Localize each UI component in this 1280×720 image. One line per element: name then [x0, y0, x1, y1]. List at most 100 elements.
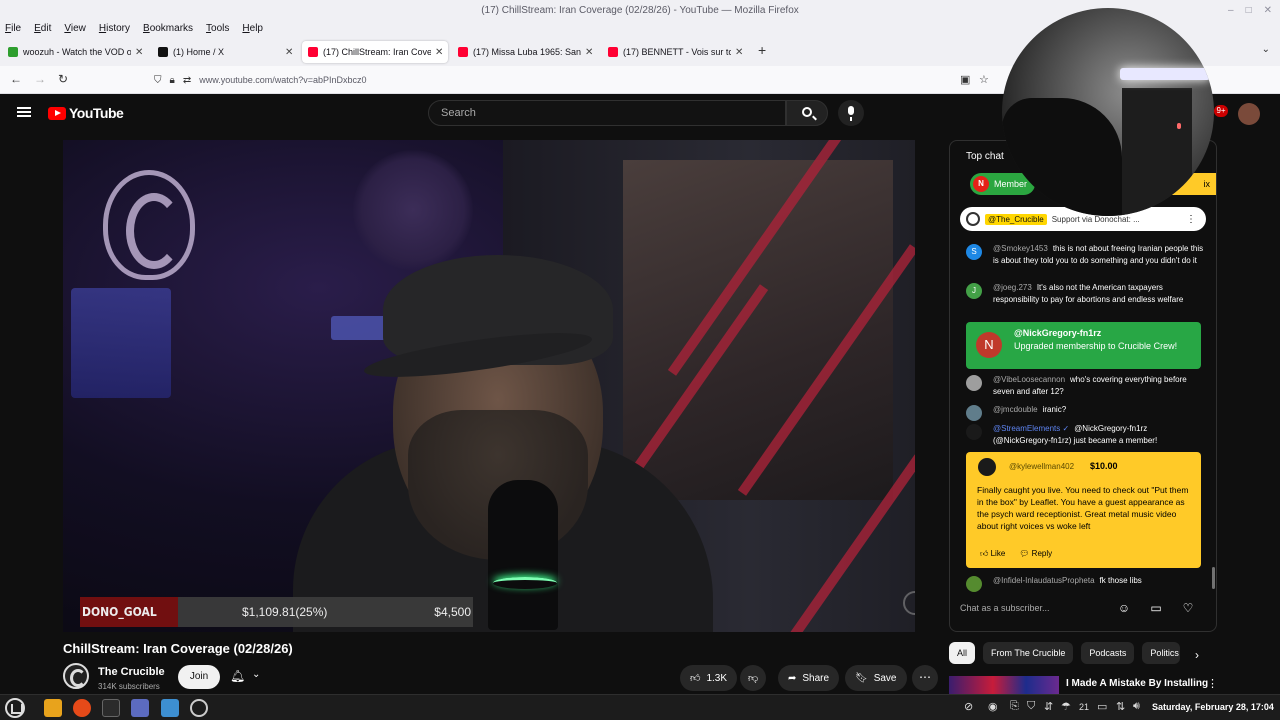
chip-all[interactable]: All: [949, 642, 976, 664]
update-icon[interactable]: ⇵: [1044, 700, 1053, 713]
voice-search-mic-icon[interactable]: [838, 100, 864, 126]
screenshot-icon[interactable]: [161, 699, 179, 717]
chat-text: fk those libs: [1099, 576, 1142, 585]
tab-bennett[interactable]: (17) BENNETT - Vois sur ton ✕: [602, 41, 748, 63]
bell-icon[interactable]: 🔔︎: [230, 669, 245, 683]
tab-title: (17) Missa Luba 1965: Sanct: [473, 47, 581, 57]
close-tab-icon[interactable]: ✕: [585, 47, 593, 58]
chevron-down-icon[interactable]: ⌄: [252, 669, 260, 680]
menu-hamburger-icon[interactable]: [17, 107, 31, 117]
youtube-logo[interactable]: YouTube: [48, 105, 124, 121]
maximize-button[interactable]: □: [1246, 0, 1252, 21]
bookmark-star-icon[interactable]: ☆: [979, 73, 989, 86]
menu-history[interactable]: History: [99, 21, 130, 37]
chat-author[interactable]: @Infidel-InlaudatusPropheta: [993, 576, 1095, 585]
related-video-title[interactable]: I Made A Mistake By Installing: [1066, 678, 1208, 689]
tab-x-home[interactable]: (1) Home / X ✕: [152, 41, 298, 63]
text-editor-icon[interactable]: [131, 699, 149, 717]
url-text[interactable]: www.youtube.com/watch?v=abPInDxbcz0: [199, 75, 366, 85]
address-bar[interactable]: ⛉ 🔒︎ ⇄ www.youtube.com/watch?v=abPInDxbc…: [154, 70, 894, 90]
tab-missa-luba[interactable]: (17) Missa Luba 1965: Sanct ✕: [452, 41, 598, 63]
obs-tray-icon[interactable]: ◉: [988, 700, 998, 713]
menu-help[interactable]: Help: [242, 21, 263, 37]
reload-icon[interactable]: ↻: [58, 72, 68, 86]
chat-author[interactable]: @jmcdouble: [993, 405, 1038, 414]
video-player[interactable]: [63, 140, 915, 632]
weather-icon[interactable]: ☂: [1061, 700, 1071, 713]
related-video-thumbnail[interactable]: [949, 676, 1059, 694]
chat-author[interactable]: @StreamElements ✓: [993, 424, 1069, 433]
search-input[interactable]: Search: [428, 100, 786, 126]
lock-icon[interactable]: 🔒︎: [170, 75, 175, 86]
reply-button[interactable]: 💬︎ Reply: [1019, 549, 1052, 559]
share-button[interactable]: ➦ Share: [778, 665, 840, 691]
superchat-message: @kylewellman402 $10.00 Finally caught yo…: [966, 452, 1201, 568]
network-icon[interactable]: ⇅: [1116, 700, 1125, 713]
menu-view[interactable]: View: [64, 21, 86, 37]
start-menu-icon[interactable]: [5, 698, 25, 718]
close-tab-icon[interactable]: ✕: [135, 47, 143, 58]
close-tab-icon[interactable]: ✕: [285, 47, 293, 58]
chevron-right-icon[interactable]: ›: [1195, 648, 1199, 662]
chat-input[interactable]: Chat as a subscriber...: [960, 603, 1120, 613]
menu-edit[interactable]: Edit: [34, 21, 51, 37]
chat-author[interactable]: @Smokey1453: [993, 244, 1048, 253]
more-actions-icon[interactable]: ⋯: [912, 665, 938, 691]
display-icon[interactable]: ▭: [1097, 700, 1107, 713]
tab-chillstream[interactable]: (17) ChillStream: Iran Cover ✕: [302, 41, 448, 63]
emoji-icon[interactable]: ☺: [1116, 600, 1132, 616]
channel-avatar[interactable]: [63, 663, 89, 689]
obs-icon[interactable]: [190, 699, 208, 717]
super-chat-icon[interactable]: ▭: [1148, 600, 1164, 616]
close-tab-icon[interactable]: ✕: [435, 47, 443, 58]
chat-author[interactable]: @VibeLoosecannon: [993, 375, 1065, 384]
save-button[interactable]: 🔖︎ Save: [845, 665, 907, 691]
chat-scrollbar[interactable]: [1212, 567, 1215, 589]
notification-count-badge[interactable]: 9+: [1214, 105, 1228, 117]
tab-woozuh[interactable]: woozuh - Watch the VOD on ✕: [2, 41, 148, 63]
chip-from-channel[interactable]: From The Crucible: [983, 642, 1074, 664]
like-comment-button[interactable]: 👍︎ Like: [980, 549, 1005, 559]
shield-icon[interactable]: ⛉: [154, 75, 162, 86]
forward-arrow-icon[interactable]: →: [34, 72, 46, 86]
chat-avatar: [966, 375, 982, 391]
clock[interactable]: Saturday, February 28, 17:04: [1152, 702, 1274, 712]
superchat-author[interactable]: @kylewellman402: [1009, 462, 1074, 471]
new-tab-button[interactable]: +: [758, 42, 766, 58]
list-tabs-chevron-icon[interactable]: ⌄: [1262, 44, 1270, 55]
heart-icon[interactable]: ♡: [1180, 600, 1196, 616]
terminal-icon[interactable]: [102, 699, 120, 717]
menu-file[interactable]: File: [5, 21, 21, 37]
volume-icon[interactable]: 🔊︎: [1133, 700, 1140, 713]
chip-politics[interactable]: Politics: [1142, 642, 1181, 664]
system-taskbar: ⊘ ◉ ⎘ ⛉ ⇵ ☂ 21 ▭ ⇅ 🔊︎ Saturday, February…: [0, 694, 1280, 720]
vpn-icon[interactable]: ⊘: [964, 700, 973, 713]
close-tab-icon[interactable]: ✕: [735, 47, 743, 58]
reader-view-icon[interactable]: ▣: [960, 73, 970, 86]
chat-mode-selector[interactable]: Top chat: [966, 151, 1004, 162]
clipboard-icon[interactable]: ⎘: [1010, 700, 1019, 713]
chip-podcasts[interactable]: Podcasts: [1081, 642, 1135, 664]
security-icon[interactable]: ⛉: [1027, 700, 1035, 713]
minimize-button[interactable]: –: [1228, 0, 1234, 21]
chat-author[interactable]: @joeg.273: [993, 283, 1032, 292]
firefox-icon[interactable]: [73, 699, 91, 717]
dislike-button[interactable]: 👎︎: [740, 665, 767, 691]
channel-name[interactable]: The Crucible: [98, 666, 165, 678]
folder-icon[interactable]: [44, 699, 62, 717]
permissions-icon[interactable]: ⇄: [183, 75, 191, 86]
like-button[interactable]: 👍︎ 1.3K: [680, 665, 738, 691]
donation-goal-bar: DONO_GOAL $1,109.81(25%) $4,500: [80, 597, 473, 627]
chat-avatar: S: [966, 244, 982, 260]
menu-tools[interactable]: Tools: [206, 21, 229, 37]
related-more-icon[interactable]: ⋮: [1207, 677, 1218, 690]
join-button[interactable]: Join: [178, 665, 220, 689]
back-arrow-icon[interactable]: ←: [10, 72, 22, 86]
search-button[interactable]: [786, 100, 828, 126]
ticker-avatar: N: [973, 176, 989, 192]
close-window-button[interactable]: ✕: [1264, 0, 1272, 21]
account-avatar[interactable]: [1238, 103, 1260, 125]
menu-bookmarks[interactable]: Bookmarks: [143, 21, 193, 37]
member-author[interactable]: @NickGregory-fn1rz: [1014, 328, 1101, 338]
youtube-icon: [458, 47, 468, 57]
